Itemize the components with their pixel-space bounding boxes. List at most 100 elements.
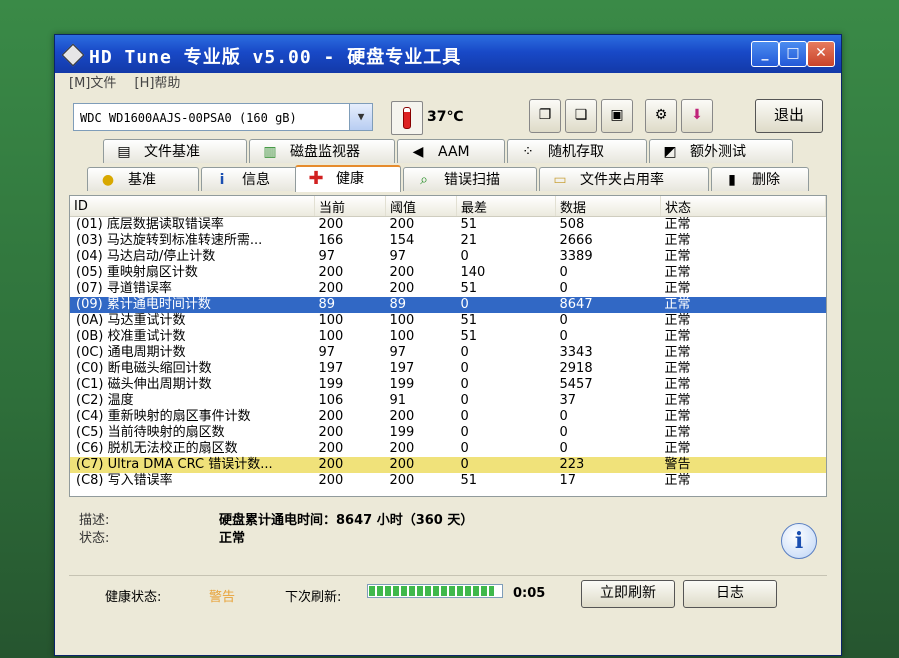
table-row[interactable]: (C7) Ultra DMA CRC 错误计数... 200 200 0 223 警告 — [70, 457, 826, 473]
smart-table: ID 当前 阈值 最差 数据 状态 (01) 底层数据读取错误率 200 200 51… — [70, 196, 826, 489]
menu-file[interactable]: [M]文件 — [69, 76, 116, 91]
table-row[interactable]: (01) 底层数据读取错误率 200 200 51 508 正常 — [70, 217, 826, 234]
table-row[interactable]: (C1) 磁头伸出周期计数 199 199 0 5457 正常 — [70, 377, 826, 393]
tab-info[interactable]: i 信息 — [201, 167, 307, 191]
cell-threshold: 100 — [389, 329, 415, 344]
tab-label: 错误扫描 — [444, 172, 500, 188]
cell-data: 0 — [559, 313, 568, 328]
table-header: ID 当前 阈值 最差 数据 状态 — [70, 196, 826, 217]
tab-aam[interactable]: ◀ AAM — [397, 139, 505, 163]
trash-icon: ▮ — [728, 172, 736, 188]
table-row[interactable]: (C8) 写入错误率 200 200 51 17 正常 — [70, 473, 826, 489]
cell-worst: 51 — [460, 329, 478, 344]
col-id[interactable]: ID — [70, 196, 315, 217]
tab-label: 额外测试 — [690, 144, 746, 160]
table-row[interactable]: (C5) 当前待映射的扇区数 200 199 0 0 正常 — [70, 425, 826, 441]
cell-data: 223 — [555, 457, 661, 473]
cell-worst: 0 — [460, 345, 469, 360]
col-status[interactable]: 状态 — [660, 196, 826, 217]
tab-random-access[interactable]: ⁘ 随机存取 — [507, 139, 647, 163]
cell-worst: 0 — [460, 377, 469, 392]
cell-current: 200 — [318, 425, 344, 440]
drive-select[interactable]: WDC WD1600AAJS-00PSA0 (160 gB) ▼ — [73, 103, 373, 131]
cell-worst: 0 — [460, 425, 469, 440]
cell-data: 0 — [559, 265, 568, 280]
cell-threshold: 97 — [389, 249, 407, 264]
gear-icon: ⚙ — [654, 107, 668, 123]
info-section: 描述: 硬盘累计通电时间：8647 小时（360 天） 状态: 正常 i — [69, 503, 827, 571]
speaker-icon: ◀ — [412, 144, 424, 160]
title-bar[interactable]: HD Tune 专业版 v5.00 - 硬盘专业工具 _ □ ✕ — [55, 35, 841, 73]
table-row[interactable]: (0B) 校准重试计数 100 100 51 0 正常 — [70, 329, 826, 345]
tab-health[interactable]: ✚ 健康 — [295, 165, 401, 192]
table-row[interactable]: (C4) 重新映射的扇区事件计数 200 200 0 0 正常 — [70, 409, 826, 425]
progress-fill — [369, 586, 495, 596]
cell-data: 0 — [559, 409, 568, 424]
cell-status: 正常 — [664, 281, 691, 296]
cell-data: 0 — [559, 441, 568, 456]
cell-data: 8647 — [555, 297, 661, 313]
options-button[interactable]: ⚙ — [645, 99, 677, 133]
table-row[interactable]: (C6) 脱机无法校正的扇区数 200 200 0 0 正常 — [70, 441, 826, 457]
cell-current: 200 — [318, 265, 344, 280]
cell-current: 200 — [318, 217, 344, 232]
copy-icon: ❐ — [538, 107, 552, 123]
exit-button[interactable]: 退出 — [755, 99, 823, 133]
cell-id: (C2) 温度 — [76, 393, 134, 408]
cell-id: (07) 寻道错误率 — [76, 281, 172, 296]
tab-disk-monitor[interactable]: ▥ 磁盘监视器 — [249, 139, 395, 163]
col-worst[interactable]: 最差 — [456, 196, 556, 217]
cell-worst: 0 — [460, 249, 469, 264]
col-current[interactable]: 当前 — [314, 196, 386, 217]
tab-folder-usage[interactable]: ▭ 文件夹占用率 — [539, 167, 709, 191]
tab-error-scan[interactable]: ⌕ 错误扫描 — [403, 167, 537, 191]
refresh-now-button[interactable]: 立即刷新 — [581, 580, 675, 608]
cell-status: 正常 — [664, 425, 691, 440]
tab-extra-tests[interactable]: ◩ 额外测试 — [649, 139, 793, 163]
log-button[interactable]: 日志 — [683, 580, 777, 608]
cell-id: (0B) 校准重试计数 — [76, 329, 186, 344]
table-row[interactable]: (04) 马达启动/停止计数 97 97 0 3389 正常 — [70, 249, 826, 265]
col-threshold[interactable]: 阈值 — [385, 196, 457, 217]
tab-erase[interactable]: ▮ 删除 — [711, 167, 809, 191]
save-button[interactable]: ▣ — [601, 99, 633, 133]
table-row[interactable]: (C0) 断电磁头缩回计数 197 197 0 2918 正常 — [70, 361, 826, 377]
menu-help[interactable]: [H]帮助 — [135, 76, 181, 91]
chevron-down-icon[interactable]: ▼ — [349, 104, 372, 130]
temperature-value: 37℃ — [427, 109, 464, 125]
close-button[interactable]: ✕ — [807, 41, 835, 67]
download-button[interactable]: ⬇ — [681, 99, 713, 133]
cell-worst: 0 — [460, 361, 469, 376]
tab-file-benchmark[interactable]: ▤ 文件基准 — [103, 139, 247, 163]
cell-worst: 0 — [456, 457, 556, 473]
refresh-countdown: 0:05 — [513, 586, 546, 601]
tab-benchmark[interactable]: ● 基准 — [87, 167, 199, 191]
table-row[interactable]: (0A) 马达重试计数 100 100 51 0 正常 — [70, 313, 826, 329]
cell-worst: 51 — [460, 313, 478, 328]
cell-threshold: 89 — [385, 297, 457, 313]
cell-worst: 51 — [460, 473, 478, 488]
copy-screenshot-button[interactable]: ❏ — [565, 99, 597, 133]
cell-id: (01) 底层数据读取错误率 — [76, 217, 224, 232]
state-label: 状态: — [79, 531, 110, 546]
maximize-button[interactable]: □ — [779, 41, 807, 67]
cell-data: 17 — [559, 473, 577, 488]
help-info-icon[interactable]: i — [781, 523, 817, 559]
cell-worst: 51 — [460, 217, 478, 232]
minimize-button[interactable]: _ — [751, 41, 779, 67]
cell-status: 正常 — [664, 377, 691, 392]
table-row[interactable]: (09) 累计通电时间计数 89 89 0 8647 正常 — [70, 297, 826, 313]
cell-status: 正常 — [664, 233, 691, 248]
cell-current: 106 — [318, 393, 344, 408]
table-row[interactable]: (0C) 通电周期计数 97 97 0 3343 正常 — [70, 345, 826, 361]
cell-data: 3343 — [559, 345, 593, 360]
table-row[interactable]: (03) 马达旋转到标准转速所需... 166 154 21 2666 正常 — [70, 233, 826, 249]
health-status-label: 健康状态: — [105, 590, 162, 605]
copy-text-button[interactable]: ❐ — [529, 99, 561, 133]
table-row[interactable]: (05) 重映射扇区计数 200 200 140 0 正常 — [70, 265, 826, 281]
cell-worst: 0 — [456, 297, 556, 313]
cell-current: 200 — [314, 457, 386, 473]
table-row[interactable]: (07) 寻道错误率 200 200 51 0 正常 — [70, 281, 826, 297]
col-data[interactable]: 数据 — [555, 196, 661, 217]
table-row[interactable]: (C2) 温度 106 91 0 37 正常 — [70, 393, 826, 409]
